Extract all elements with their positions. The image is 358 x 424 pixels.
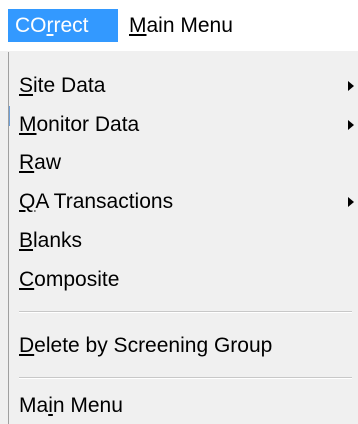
menu-item-blanks[interactable]: Blanks — [19, 224, 354, 257]
menu-item-accel: R — [19, 151, 35, 174]
menu-item-delete-by-screening-group[interactable]: Delete by Screening Group — [19, 329, 354, 362]
menubar-main-menu-accel: M — [129, 14, 147, 37]
menubar-correct[interactable]: COrrect — [8, 9, 118, 42]
menu-item-label: ite Data — [33, 74, 106, 97]
menu-item-monitor-data[interactable]: Monitor Data — [19, 108, 354, 141]
menu-item-composite[interactable]: Composite — [19, 263, 354, 296]
menu-item-label-pre: Ma — [19, 394, 49, 417]
menu-item-accel: S — [19, 74, 34, 97]
menubar-correct-prefix: CO — [15, 14, 47, 37]
menu-item-main-menu[interactable]: Main Menu — [19, 389, 354, 422]
menubar-correct-accel: r — [46, 14, 54, 37]
menu-item-accel: D — [19, 334, 35, 357]
menubar-main-menu[interactable]: Main Menu — [122, 9, 240, 42]
menu-item-label: aw — [34, 151, 62, 174]
menu-item-label: onitor Data — [36, 113, 140, 136]
menu-item-accel: Q — [19, 190, 36, 213]
menu-item-label: lanks — [33, 229, 83, 252]
menu-item-accel: M — [19, 113, 37, 136]
menubar-main-menu-suffix: ain Menu — [146, 14, 233, 37]
correct-dropdown-menu: Site Data Monitor Data Raw QA Transactio… — [8, 52, 358, 424]
menu-item-qa-transactions[interactable]: QA Transactions — [19, 185, 354, 218]
menu-item-label: omposite — [34, 268, 120, 291]
menu-separator — [19, 311, 352, 313]
submenu-arrow-icon — [348, 81, 354, 91]
menu-edge-marker — [9, 106, 10, 126]
submenu-arrow-icon — [348, 120, 354, 130]
menu-item-raw[interactable]: Raw — [19, 146, 354, 179]
menu-item-accel: C — [19, 268, 35, 291]
menu-item-label: elete by Screening Group — [34, 334, 273, 357]
menu-item-site-data[interactable]: Site Data — [19, 69, 354, 102]
menu-separator — [19, 377, 352, 379]
menu-item-label: n Menu — [52, 394, 123, 417]
menu-item-label: A Transactions — [35, 190, 174, 213]
menubar-correct-suffix: rect — [53, 14, 89, 37]
menubar: COrrect Main Menu — [0, 0, 358, 51]
submenu-arrow-icon — [348, 197, 354, 207]
menu-item-accel: B — [19, 229, 34, 252]
